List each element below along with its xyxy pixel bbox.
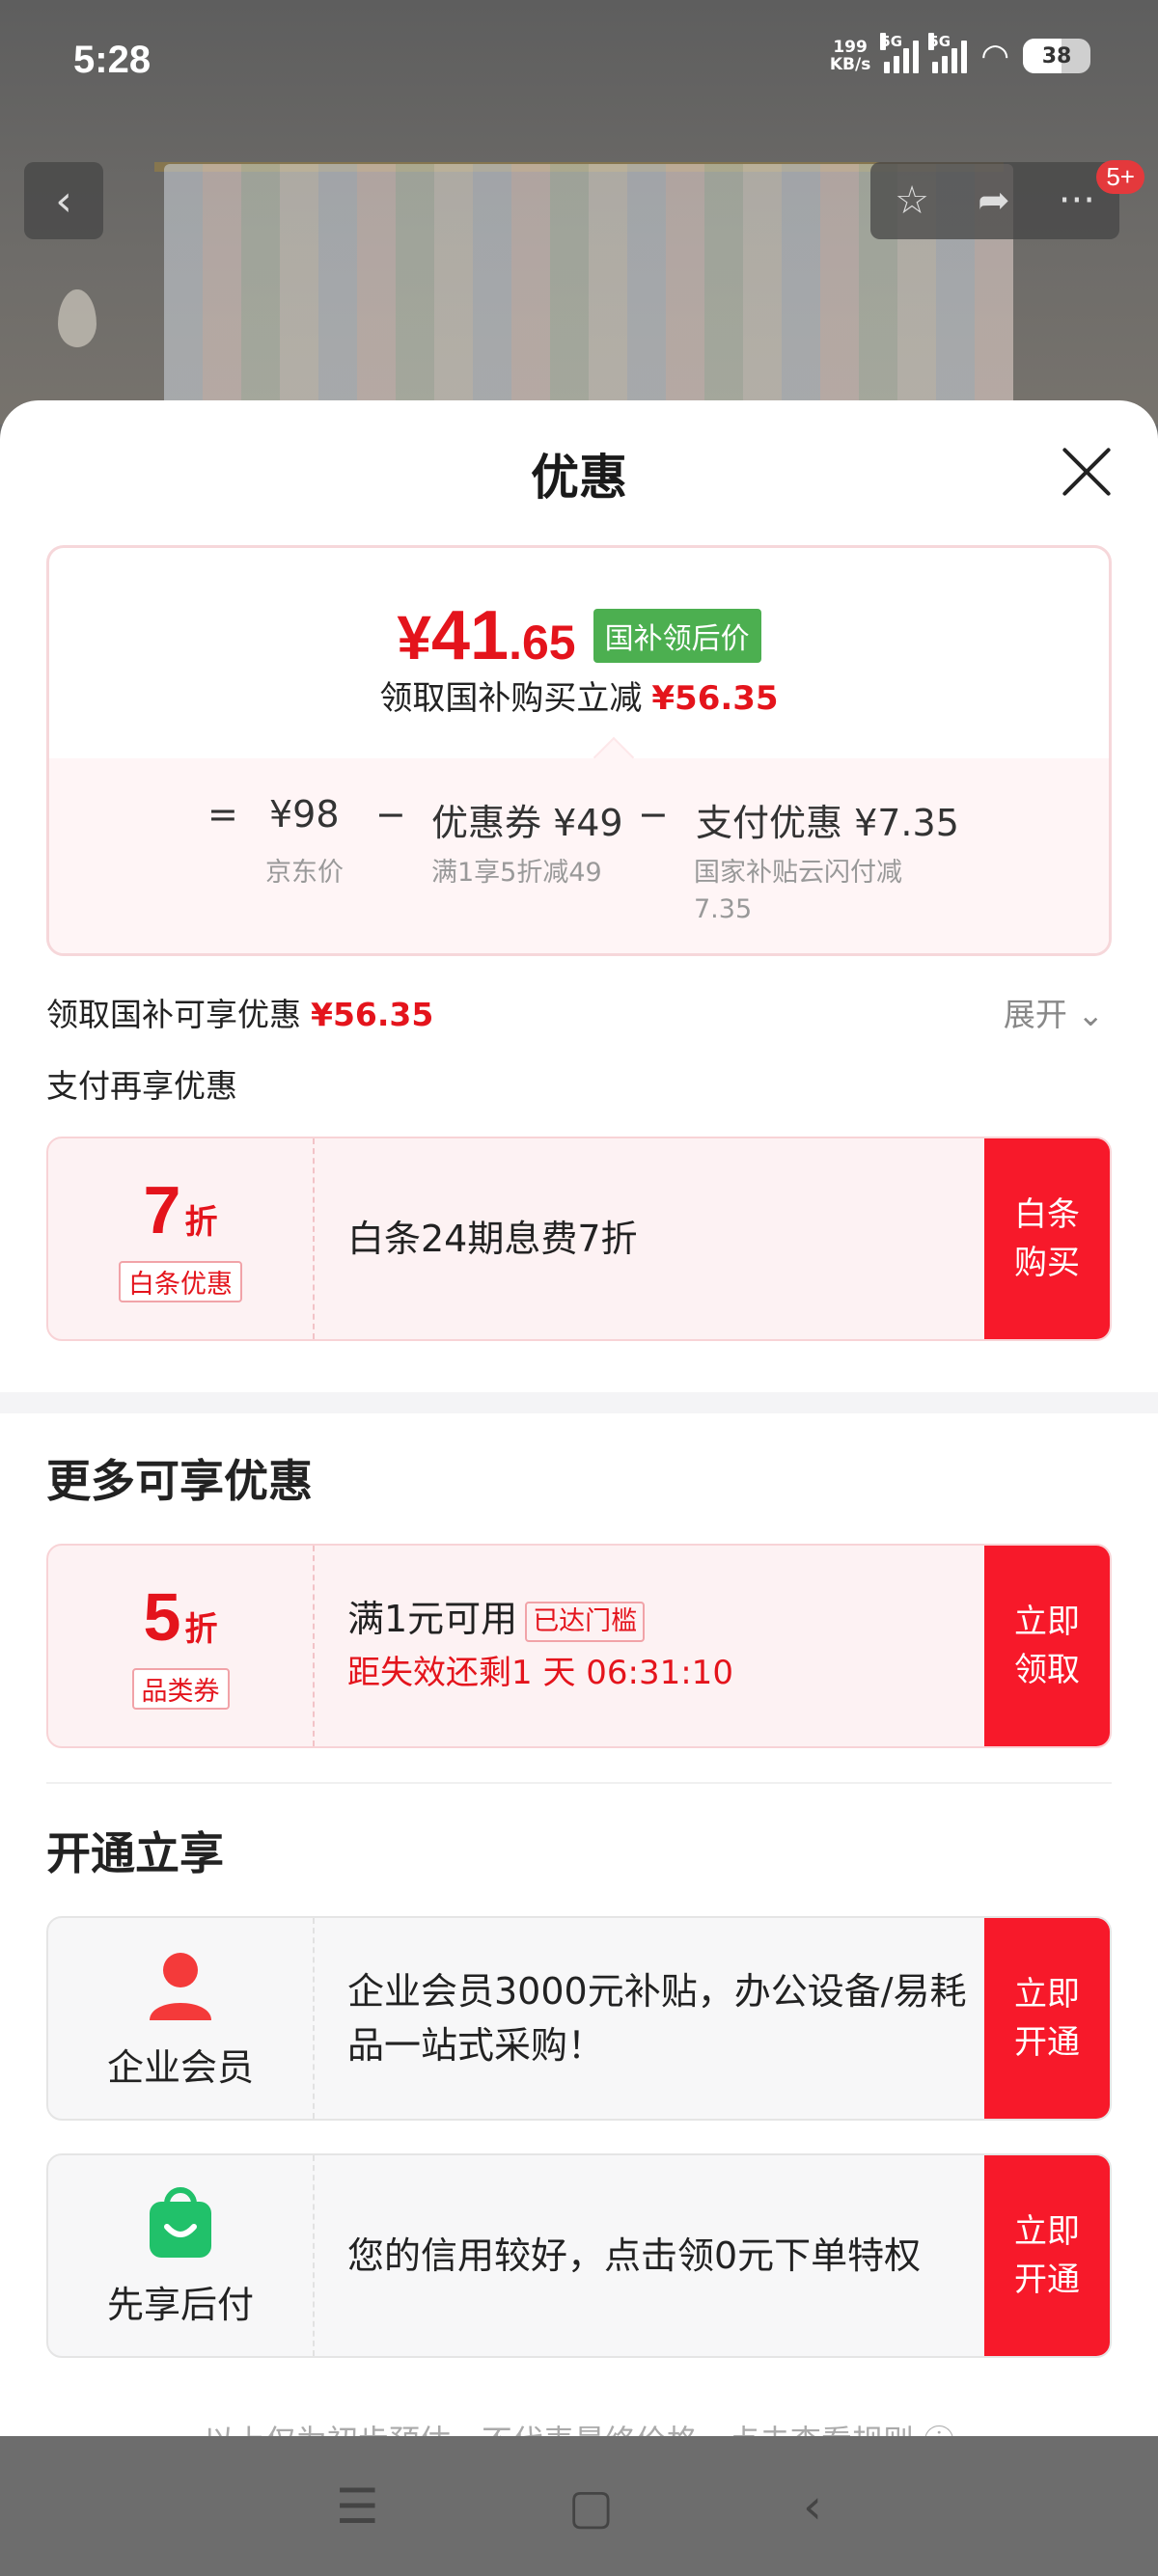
pay-more-label: 支付再享优惠 — [46, 1067, 237, 1105]
final-price: ¥41.65 国补领后价 — [49, 596, 1109, 675]
sheet-title: 优惠 — [531, 450, 627, 506]
pay-later-open-button[interactable]: 立即开通 — [984, 2155, 1110, 2356]
price-summary-box: ¥41.65 国补领后价 领取国补购买立减 ¥56.35 = ¥98 京东价 − … — [46, 545, 1112, 956]
coupon-tag: 品类券 — [131, 1668, 230, 1710]
subsidy-summary: 领取国补可享优惠 ¥56.35 — [46, 996, 434, 1033]
pay-later-label: 先享后付 — [106, 2283, 254, 2326]
minus-sign-2: − — [638, 793, 669, 836]
section-separator — [0, 1392, 1158, 1413]
top-action-group: ☆ ➦ ··· — [870, 162, 1119, 239]
network-speed: 199 KB/s — [829, 38, 871, 74]
status-time: 5:28 — [73, 39, 152, 81]
minus-sign: − — [375, 793, 406, 836]
baitiao-buy-button[interactable]: 白条购买 — [984, 1138, 1110, 1339]
discount-sheet: 优惠 ¥41.65 国补领后价 领取国补购买立减 ¥56.35 = ¥98 京东价… — [0, 400, 1158, 2442]
price-subtitle: 领取国补购买立减 ¥56.35 — [379, 679, 779, 718]
claim-coupon-button[interactable]: 立即领取 — [984, 1546, 1110, 1746]
back-button[interactable]: ‹ — [24, 162, 103, 239]
enterprise-desc: 企业会员3000元补贴，办公设备/易耗品一站式采购！ — [347, 1970, 967, 2067]
subsidy-price-tag: 国补领后价 — [593, 609, 761, 663]
system-navbar: ☰ ▢ ‹ — [0, 2436, 1158, 2576]
menu-icon[interactable]: ☰ — [336, 2479, 379, 2535]
price-breakdown: = ¥98 京东价 − 优惠券 ¥49 满1享5折减49 − 支付优惠 ¥7.3… — [49, 736, 1109, 953]
pay-later-desc: 您的信用较好，点击领0元下单特权 — [347, 2234, 922, 2277]
baitiao-desc: 白条24期息费7折 — [347, 1218, 638, 1260]
shopping-bag-icon — [142, 2184, 219, 2261]
coupon-countdown: 距失效还剩1 天 06:31:10 — [347, 1654, 733, 1692]
enterprise-member-label: 企业会员 — [106, 2045, 254, 2089]
baitiao-card: 7折 白条优惠 白条24期息费7折 白条购买 — [46, 1137, 1112, 1341]
wifi-icon: ◠ — [980, 37, 1009, 75]
share-icon[interactable]: ➦ — [978, 178, 1010, 223]
message-badge: 5+ — [1096, 160, 1144, 194]
user-icon — [142, 1947, 219, 2024]
enterprise-open-button[interactable]: 立即开通 — [984, 1918, 1110, 2119]
coupon-amount: 优惠券 ¥49 — [431, 802, 623, 844]
baitiao-discount: 7折 — [143, 1172, 218, 1247]
coupon-label: 满1享5折减49 — [431, 858, 602, 888]
signal-icon: 5G — [880, 33, 920, 73]
baitiao-tag: 白条优惠 — [119, 1261, 242, 1302]
back-icon: ‹ — [55, 176, 72, 226]
base-price: ¥98 — [269, 793, 340, 836]
more-offers-title: 更多可享优惠 — [46, 1455, 313, 1507]
expand-button[interactable]: 展开 ⌄ — [1004, 989, 1104, 1035]
pay-later-card: 先享后付 您的信用较好，点击领0元下单特权 立即开通 — [46, 2153, 1112, 2358]
category-coupon-card: 5折 品类券 满1元可用 已达门槛 距失效还剩1 天 06:31:10 立即领取 — [46, 1544, 1112, 1748]
coupon-discount: 5折 — [143, 1579, 218, 1655]
home-icon[interactable]: ▢ — [568, 2479, 614, 2535]
equals-sign: = — [207, 793, 238, 836]
battery-icon: 38 — [1023, 39, 1090, 73]
more-icon[interactable]: ··· — [1059, 178, 1095, 223]
open-benefits-title: 开通立享 — [46, 1827, 224, 1879]
close-icon[interactable] — [1062, 447, 1112, 497]
status-bar: 5:28 199 KB/s 5G 5G ◠ 38 — [0, 0, 1158, 135]
decor-tulip — [58, 289, 96, 347]
chevron-down-icon: ⌄ — [1077, 996, 1104, 1033]
coupon-condition: 满1元可用 已达门槛 — [347, 1592, 975, 1646]
status-icons: 199 KB/s 5G 5G ◠ 38 — [829, 33, 1090, 75]
threshold-reached-tag: 已达门槛 — [525, 1601, 646, 1642]
nav-back-icon[interactable]: ‹ — [803, 2479, 822, 2535]
favorite-icon[interactable]: ☆ — [895, 178, 929, 223]
base-price-label: 京东价 — [265, 858, 344, 888]
payment-discount-label: 国家补贴云闪付减7.35 — [694, 858, 902, 924]
payment-discount: 支付优惠 ¥7.35 — [696, 802, 959, 844]
signal-icon-2: 5G — [928, 33, 968, 73]
enterprise-member-card: 企业会员 企业会员3000元补贴，办公设备/易耗品一站式采购！ 立即开通 — [46, 1916, 1112, 2121]
